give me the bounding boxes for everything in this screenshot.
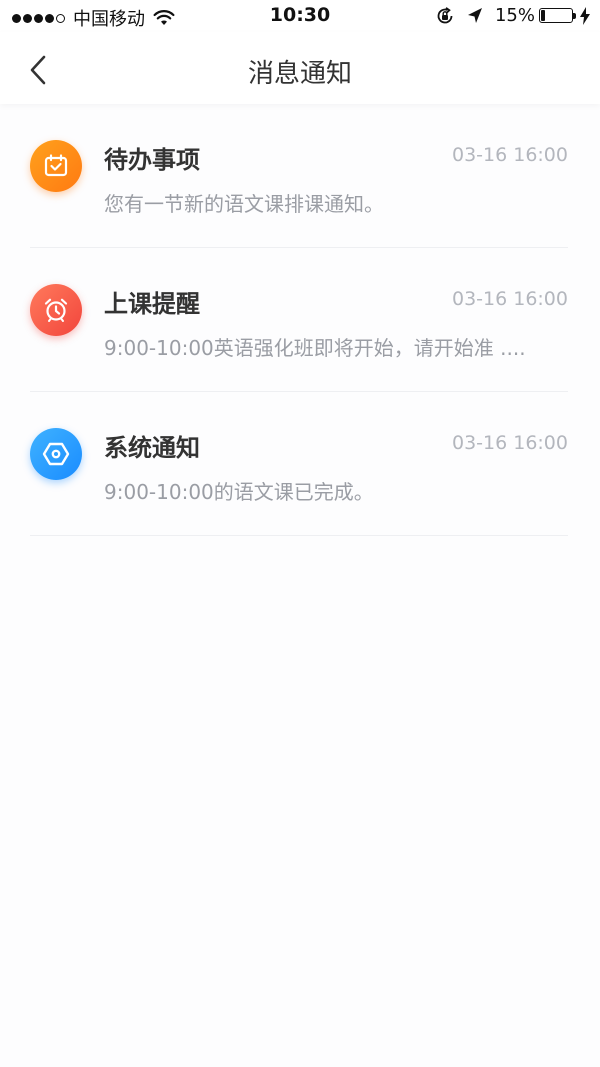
notification-icon-badge: [30, 284, 82, 336]
notification-icon-badge: [30, 428, 82, 480]
notification-time: 03-16 16:00: [451, 288, 568, 310]
battery-percent: 15%: [494, 5, 535, 26]
location-arrow-icon: [467, 7, 482, 23]
notification-item-class-reminder[interactable]: 上课提醒 03-16 16:00 9:00-10:00英语强化班即将开始，请开始…: [30, 248, 568, 392]
notification-time: 03-16 16:00: [451, 144, 568, 166]
system-hexagon-icon: [42, 442, 70, 466]
notification-time: 03-16 16:00: [451, 432, 568, 454]
notification-description: 9:00-10:00的语文课已完成。: [104, 480, 374, 504]
notification-title: 上课提醒: [104, 290, 200, 318]
charging-bolt-icon: [580, 6, 590, 25]
notification-icon-badge: [30, 140, 82, 192]
battery-icon: [539, 8, 573, 23]
page-title: 消息通知: [247, 59, 352, 89]
status-right: 15%: [435, 5, 590, 26]
notification-list: 待办事项 03-16 16:00 您有一节新的语文课排课通知。 上课提醒 03-…: [0, 104, 600, 536]
rotation-lock-icon: [437, 6, 453, 23]
notification-description: 您有一节新的语文课排课通知。: [104, 192, 384, 216]
notification-description: 9:00-10:00英语强化班即将开始，请开始准 ....: [104, 336, 526, 360]
notification-item-system[interactable]: 系统通知 03-16 16:00 9:00-10:00的语文课已完成。: [30, 392, 568, 536]
nav-bar: 消息通知: [0, 32, 600, 104]
notification-title: 系统通知: [104, 434, 200, 462]
battery-level-fill: [541, 10, 545, 21]
alarm-clock-icon: [44, 298, 68, 322]
status-bar: 中国移动 10:30 15%: [0, 0, 600, 32]
battery-tip: [573, 12, 576, 19]
notification-item-todo[interactable]: 待办事项 03-16 16:00 您有一节新的语文课排课通知。: [30, 104, 568, 248]
calendar-check-icon: [44, 154, 68, 177]
notification-title: 待办事项: [104, 146, 200, 174]
